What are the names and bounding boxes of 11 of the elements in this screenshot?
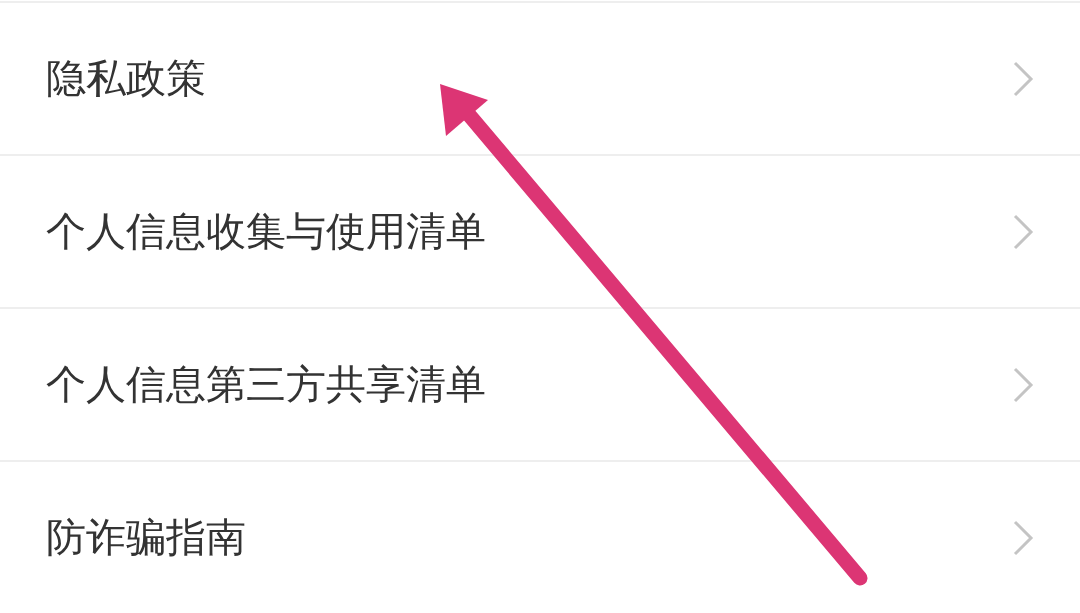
menu-item[interactable]: 防诈骗指南	[0, 460, 1080, 613]
menu-item-label: 隐私政策	[46, 54, 206, 103]
menu-item[interactable]: 个人信息收集与使用清单	[0, 154, 1080, 307]
chevron-right-icon	[1012, 59, 1034, 98]
chevron-right-icon	[1012, 212, 1034, 251]
chevron-right-icon	[1012, 365, 1034, 404]
menu-item[interactable]: 个人信息第三方共享清单	[0, 307, 1080, 460]
menu-item-label: 个人信息第三方共享清单	[46, 360, 486, 409]
chevron-right-icon	[1012, 518, 1034, 557]
menu-item-label: 个人信息收集与使用清单	[46, 207, 486, 256]
menu-item-label: 防诈骗指南	[46, 513, 246, 562]
